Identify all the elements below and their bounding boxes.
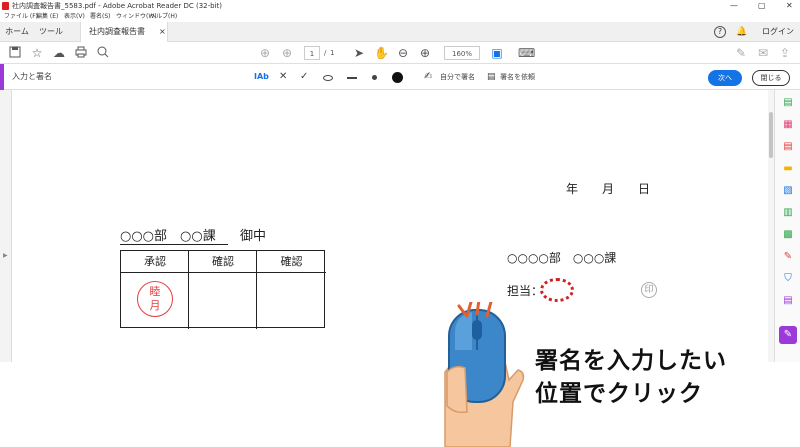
addressee: ○○○部 ○○課 — [120, 229, 216, 244]
color-picker-icon[interactable] — [392, 72, 403, 83]
fill-sign-tool-icon[interactable]: ✎ — [779, 248, 797, 266]
right-tools-panel: ▤ ▦ ▤ ▬ ▧ ▥ ▩ ✎ ⛉ ▤ ✎ — [774, 90, 800, 362]
zoom-search-icon[interactable] — [96, 46, 110, 60]
table-divider — [188, 251, 189, 329]
notification-bell-icon[interactable]: 🔔 — [736, 26, 747, 38]
cloud-upload-icon[interactable]: ☁ — [52, 46, 66, 60]
request-sign-icon[interactable]: ▤ — [487, 70, 496, 84]
page-separator: / — [324, 49, 327, 57]
title-bar: 社内調査報告書_5583.pdf - Adobe Acrobat Reader … — [0, 0, 800, 12]
share-icon[interactable]: ⇪ — [778, 46, 792, 60]
approval-header-approve: 承認 — [121, 251, 189, 273]
tab-tools[interactable]: ツール — [34, 22, 68, 42]
pen-sign-icon[interactable]: ✎ — [734, 46, 748, 60]
select-cursor-icon[interactable]: ➤ — [352, 46, 366, 60]
request-sign-button[interactable]: 署名を依頼 — [500, 70, 535, 84]
callout-line-2: 位置でクリック — [535, 381, 703, 407]
add-text-tool[interactable]: IAb — [254, 70, 269, 84]
scan-icon[interactable]: ▩ — [779, 226, 797, 244]
approval-header-check-1: 確認 — [189, 251, 257, 273]
close-window-button[interactable]: ✕ — [786, 0, 793, 12]
stamp-text-bottom: 月 — [149, 299, 161, 312]
menu-view[interactable]: 表示(V) — [64, 12, 85, 22]
self-sign-icon[interactable]: ✍ — [424, 70, 432, 84]
dot-tool-icon[interactable] — [372, 75, 377, 80]
expand-panel-arrow-icon[interactable]: ▶ — [3, 252, 8, 259]
self-sign-button[interactable]: 自分で署名 — [440, 70, 475, 84]
send-for-signature-icon[interactable]: ▤ — [779, 292, 797, 310]
addressee-block: ○○○部 ○○課 — [120, 225, 228, 245]
left-panel-collapsed[interactable]: ▶ — [0, 90, 12, 362]
fit-page-icon[interactable]: ▣ — [490, 46, 504, 60]
menu-file[interactable]: ファイル (F) — [4, 12, 38, 22]
seal-mark: 印 — [641, 282, 657, 298]
hand-tool-icon[interactable]: ✋ — [374, 46, 389, 60]
zoom-out-icon[interactable]: ⊖ — [396, 46, 410, 60]
approval-header-check-2: 確認 — [257, 251, 326, 273]
page-up-icon[interactable]: ⊕ — [258, 46, 272, 60]
department-line: ○○○○部 ○○○課 — [507, 251, 617, 265]
comment-icon[interactable]: ▬ — [779, 160, 797, 178]
stamp-text-top: 睦 — [149, 285, 161, 298]
zoom-in-icon[interactable]: ⊕ — [418, 46, 432, 60]
protect-icon[interactable]: ⛉ — [779, 270, 797, 288]
sign-bar-accent — [0, 64, 4, 90]
scrollbar-thumb[interactable] — [769, 112, 773, 158]
page-number-input[interactable]: 1 — [304, 46, 320, 60]
minimize-button[interactable]: — — [730, 0, 738, 12]
check-mark-icon[interactable]: ✓ — [300, 70, 308, 84]
tab-document[interactable]: 社内調査報告書_558... × — [80, 22, 168, 56]
fill-and-sign-bar: 入力と署名 IAb ✕ ✓ ✍ 自分で署名 ▤ 署名を依頼 次へ 閉じる — [0, 64, 800, 90]
export-pdf-icon[interactable]: ▤ — [779, 138, 797, 156]
window-title: 社内調査報告書_5583.pdf - Adobe Acrobat Reader … — [12, 2, 222, 10]
create-pdf-icon[interactable]: ▤ — [779, 94, 797, 112]
main-toolbar: ☆ ☁ ⊕ ⊕ 1 / 1 ➤ ✋ ⊖ ⊕ 160% ▣ ⌨ ✎ ✉ ⇪ — [0, 42, 800, 64]
honorific: 御中 — [240, 229, 267, 244]
tab-close-icon[interactable]: × — [159, 22, 166, 42]
menu-help[interactable]: ヘルプ(H) — [150, 12, 177, 22]
cross-mark-icon[interactable]: ✕ — [279, 70, 287, 84]
bookmark-star-icon[interactable]: ☆ — [30, 46, 44, 60]
acrobat-app-icon — [2, 2, 9, 10]
date-line: 年 月 日 — [566, 182, 651, 196]
help-icon[interactable]: ? — [714, 26, 726, 38]
tab-bar: ホーム ツール 社内調査報告書_558... × ? 🔔 ログイン — [0, 22, 800, 56]
fill-sign-active-icon[interactable]: ✎ — [779, 326, 797, 344]
fill-and-sign-title: 入力と署名 — [12, 72, 52, 81]
edit-pdf-icon[interactable]: ▥ — [779, 204, 797, 222]
callout-line-1: 署名を入力したい — [535, 348, 727, 374]
table-divider — [256, 251, 257, 329]
close-sign-button[interactable]: 閉じる — [752, 70, 790, 86]
page-total: 1 — [330, 49, 335, 57]
organize-pages-icon[interactable]: ▦ — [779, 116, 797, 134]
login-link[interactable]: ログイン — [762, 22, 794, 42]
approval-stamp: 睦 月 — [137, 281, 173, 317]
menu-edit[interactable]: 編集 (E) — [36, 12, 58, 22]
person-in-charge-label: 担当： — [507, 284, 544, 298]
circle-tool-icon[interactable] — [323, 75, 333, 81]
print-icon[interactable] — [74, 46, 88, 60]
email-icon[interactable]: ✉ — [756, 46, 770, 60]
menu-sign[interactable]: 署名(S) — [90, 12, 111, 22]
signature-target-highlight[interactable] — [540, 278, 574, 302]
next-button[interactable]: 次へ — [708, 70, 742, 86]
hand-mouse-illustration — [444, 302, 525, 447]
maximize-button[interactable]: ▢ — [758, 0, 766, 12]
page-down-icon[interactable]: ⊕ — [280, 46, 294, 60]
line-tool-icon[interactable] — [347, 77, 357, 79]
combine-files-icon[interactable]: ▧ — [779, 182, 797, 200]
save-icon[interactable] — [8, 46, 22, 60]
menu-bar: ファイル (F) 編集 (E) 表示(V) 署名(S) ウィンドウ(W) ヘルプ… — [0, 12, 800, 22]
keyboard-icon[interactable]: ⌨ — [518, 46, 535, 60]
zoom-level-select[interactable]: 160% — [444, 46, 480, 60]
tab-home[interactable]: ホーム — [0, 22, 34, 42]
